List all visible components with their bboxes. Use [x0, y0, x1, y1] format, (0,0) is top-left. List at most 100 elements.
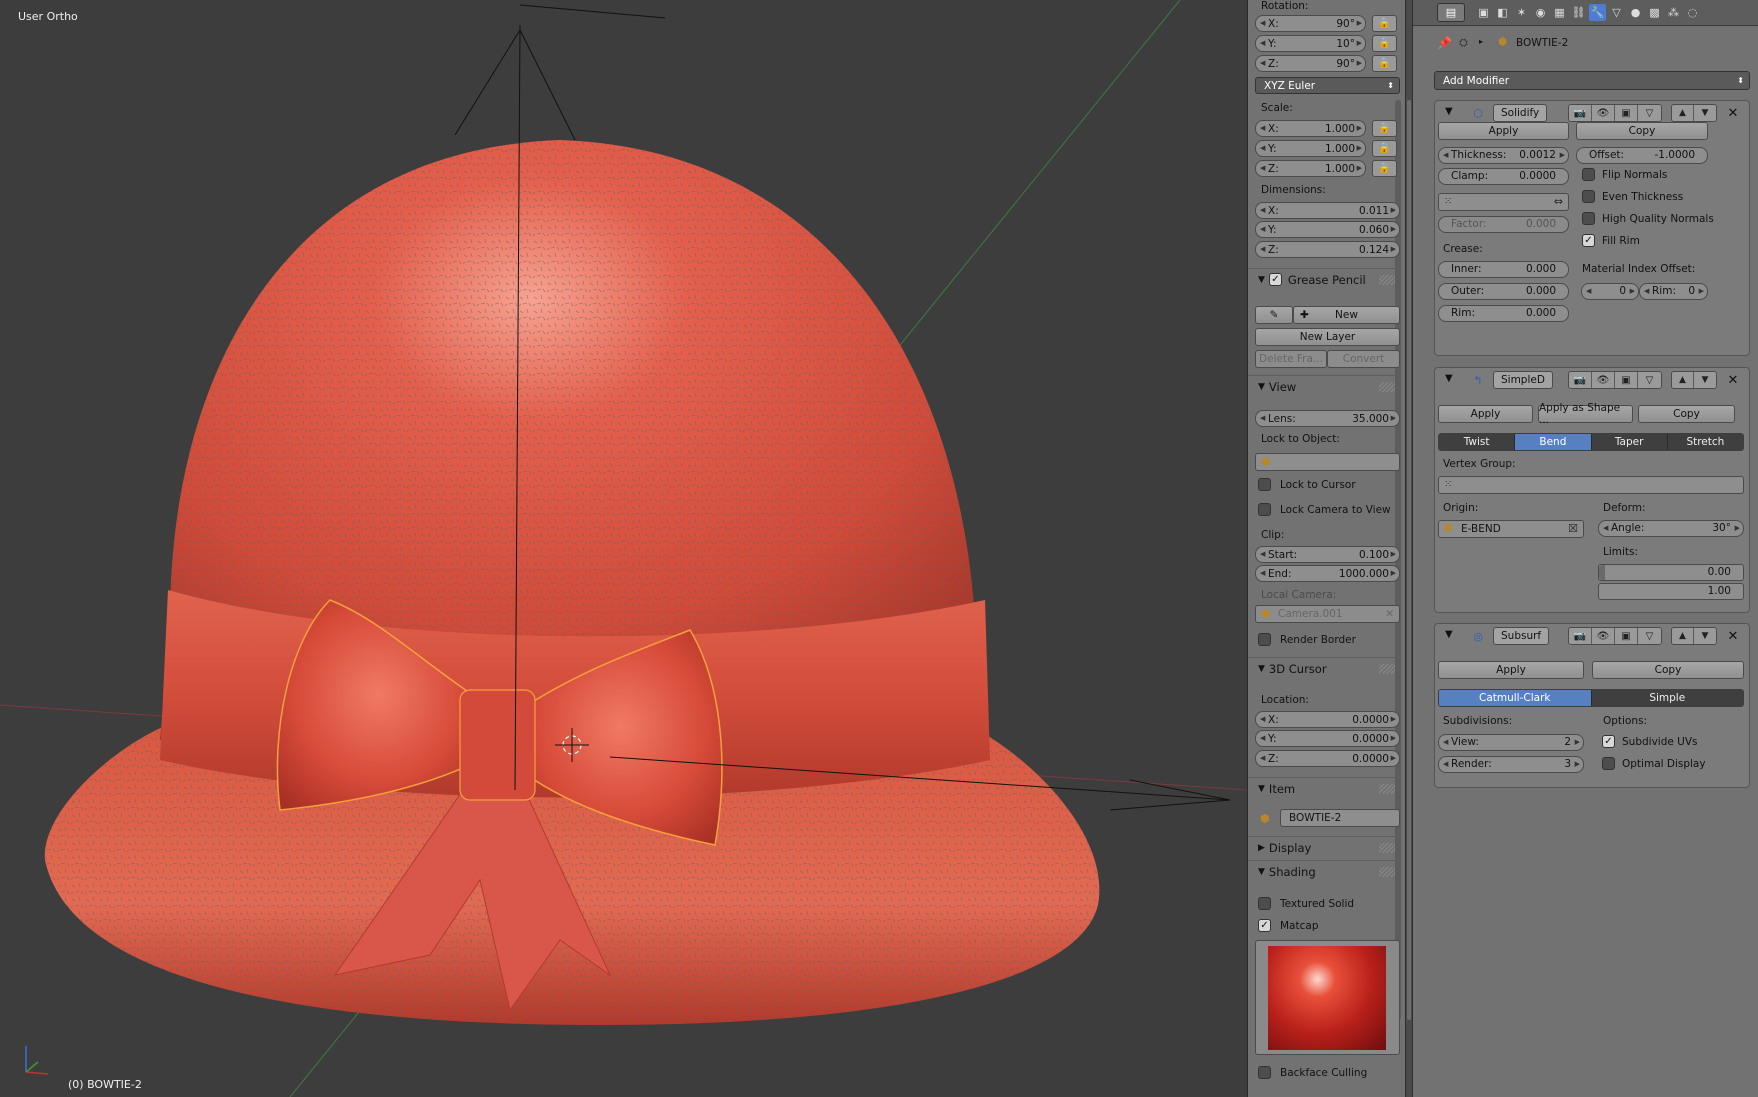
add-modifier-dropdown[interactable]: Add Modifier ⬍: [1434, 71, 1750, 90]
material-index-field[interactable]: ◀ 0 ▶: [1581, 283, 1639, 300]
even-thickness-checkbox[interactable]: [1582, 190, 1595, 203]
editmode-toggle-icon[interactable]: ▣: [1615, 105, 1638, 121]
fill-rim-checkbox[interactable]: ✓: [1582, 234, 1595, 247]
optimal-display-checkbox[interactable]: [1602, 757, 1615, 770]
area-separator[interactable]: [1405, 0, 1413, 1097]
vertex-group-field[interactable]: ⁙: [1438, 476, 1744, 494]
modifier-name-field[interactable]: Subsurf: [1493, 627, 1550, 645]
type-simple[interactable]: Simple: [1591, 690, 1743, 706]
scale-z-field[interactable]: ◀ Z: 1.000 ▶: [1255, 160, 1366, 177]
backface-culling-checkbox[interactable]: [1258, 1066, 1271, 1079]
dimensions-x-field[interactable]: ◀ X: 0.011 ▶: [1255, 202, 1400, 219]
panel-grip-icon[interactable]: [1379, 664, 1395, 674]
solidify-copy-button[interactable]: Copy: [1576, 122, 1708, 140]
matcap-checkbox[interactable]: ✓: [1258, 919, 1271, 932]
solidify-apply-button[interactable]: Apply: [1438, 122, 1569, 140]
world-tab-icon[interactable]: ◉: [1532, 4, 1549, 21]
new-layer-button[interactable]: New Layer: [1255, 328, 1400, 346]
render-toggle-icon[interactable]: 📷: [1569, 628, 1592, 644]
3d-viewport[interactable]: User Ortho (0) BOWTIE-2: [0, 0, 1247, 1097]
factor-field[interactable]: Factor: 0.000: [1438, 216, 1569, 233]
limit-min-slider[interactable]: 0.00: [1598, 564, 1744, 581]
view-panel-header[interactable]: ▼ View: [1248, 375, 1401, 397]
clear-icon[interactable]: ✕: [1385, 608, 1394, 620]
particles-tab-icon[interactable]: ⁂: [1665, 4, 1682, 21]
textured-solid-checkbox[interactable]: [1258, 897, 1271, 910]
panel-grip-icon[interactable]: [1379, 784, 1395, 794]
cage-toggle-icon[interactable]: ▽: [1638, 628, 1661, 644]
scene-tab-icon[interactable]: ✶: [1513, 4, 1530, 21]
viewport-toggle-icon[interactable]: 👁: [1592, 372, 1615, 388]
scale-y-field[interactable]: ◀ Y: 1.000 ▶: [1255, 140, 1366, 157]
lock-to-cursor-checkbox[interactable]: [1258, 478, 1271, 491]
render-layers-tab-icon[interactable]: ◧: [1494, 4, 1511, 21]
collapse-arrow-icon[interactable]: ▼: [1445, 373, 1453, 384]
mode-bend[interactable]: Bend: [1515, 434, 1592, 450]
close-icon[interactable]: ✕: [1725, 372, 1741, 388]
pencil-icon[interactable]: ✎: [1255, 306, 1293, 324]
flip-normals-checkbox[interactable]: [1582, 168, 1595, 181]
rotation-x-field[interactable]: ◀ X: 90° ▶: [1255, 15, 1366, 32]
lock-icon[interactable]: 🔒: [1372, 140, 1397, 157]
clamp-field[interactable]: Clamp: 0.0000: [1438, 168, 1569, 185]
dimensions-z-field[interactable]: ◀ Z: 0.124 ▶: [1255, 241, 1400, 258]
subsurf-copy-button[interactable]: Copy: [1592, 661, 1744, 679]
rotation-mode-dropdown[interactable]: XYZ Euler ⬍: [1255, 77, 1400, 94]
crease-outer-field[interactable]: Outer: 0.000: [1438, 283, 1569, 300]
material-rim-field[interactable]: ◀ Rim: 0 ▶: [1639, 283, 1708, 300]
subsurf-apply-button[interactable]: Apply: [1438, 661, 1584, 679]
vertex-group-field[interactable]: ⁙ ⇔: [1438, 193, 1569, 211]
render-toggle-icon[interactable]: 📷: [1569, 105, 1592, 121]
display-panel-header[interactable]: ▶ Display: [1248, 836, 1401, 858]
grease-pencil-checkbox[interactable]: ✓: [1268, 273, 1282, 286]
lock-icon[interactable]: 🔒: [1372, 55, 1397, 72]
physics-tab-icon[interactable]: ◌: [1684, 4, 1701, 21]
texture-tab-icon[interactable]: ▩: [1646, 4, 1663, 21]
grease-pencil-new-button[interactable]: ✚ New: [1293, 306, 1400, 324]
modifier-name-field[interactable]: SimpleD: [1493, 371, 1553, 389]
collapse-arrow-icon[interactable]: ▼: [1445, 106, 1453, 117]
angle-field[interactable]: ◀ Angle: 30° ▶: [1598, 520, 1744, 537]
lock-icon[interactable]: 🔒: [1372, 160, 1397, 177]
clear-icon[interactable]: ☒: [1568, 522, 1578, 535]
cursor-y-field[interactable]: ◀ Y: 0.0000 ▶: [1255, 730, 1400, 747]
shading-panel-header[interactable]: ▼ Shading: [1248, 860, 1401, 882]
simple-deform-apply-button[interactable]: Apply: [1438, 405, 1533, 423]
crease-inner-field[interactable]: Inner: 0.000: [1438, 261, 1569, 278]
object-tab-icon[interactable]: ▦: [1551, 4, 1568, 21]
lock-camera-checkbox[interactable]: [1258, 503, 1271, 516]
cursor-z-field[interactable]: ◀ Z: 0.0000 ▶: [1255, 750, 1400, 767]
subdivide-uvs-checkbox[interactable]: ✓: [1602, 735, 1615, 748]
move-up-icon[interactable]: ▲: [1672, 105, 1694, 121]
move-down-icon[interactable]: ▼: [1694, 105, 1716, 121]
material-tab-icon[interactable]: ●: [1627, 4, 1644, 21]
render-tab-icon[interactable]: ▣: [1475, 4, 1492, 21]
clip-end-field[interactable]: ◀ End: 1000.000 ▶: [1255, 565, 1400, 582]
viewport-toggle-icon[interactable]: 👁: [1592, 628, 1615, 644]
modifiers-tab-icon[interactable]: 🔧: [1589, 4, 1606, 21]
apply-as-shape-button[interactable]: Apply as Shape ...: [1538, 402, 1633, 426]
item-panel-header[interactable]: ▼ Item: [1248, 777, 1401, 799]
panel-grip-icon[interactable]: [1379, 275, 1395, 285]
panel-grip-icon[interactable]: [1379, 843, 1395, 853]
render-toggle-icon[interactable]: 📷: [1569, 372, 1592, 388]
offset-field[interactable]: Offset: -1.0000: [1576, 147, 1708, 164]
pin-icon[interactable]: 📌: [1437, 36, 1452, 50]
move-up-icon[interactable]: ▲: [1672, 628, 1694, 644]
mode-twist[interactable]: Twist: [1439, 434, 1516, 450]
subsurf-render-field[interactable]: ◀ Render: 3 ▶: [1438, 756, 1584, 773]
constraints-tab-icon[interactable]: ⛓: [1570, 4, 1587, 21]
cage-toggle-icon[interactable]: ▽: [1638, 372, 1661, 388]
lock-to-object-field[interactable]: ⬢: [1255, 453, 1400, 471]
high-quality-normals-checkbox[interactable]: [1582, 212, 1595, 225]
move-down-icon[interactable]: ▼: [1694, 372, 1716, 388]
modifier-name-field[interactable]: Solidify: [1493, 104, 1548, 122]
delete-frame-button[interactable]: Delete Fra...: [1255, 350, 1327, 368]
editmode-toggle-icon[interactable]: ▣: [1615, 372, 1638, 388]
cursor-x-field[interactable]: ◀ X: 0.0000 ▶: [1255, 711, 1400, 728]
grease-pencil-header[interactable]: ▼ ✓ Grease Pencil: [1248, 268, 1401, 290]
editmode-toggle-icon[interactable]: ▣: [1615, 628, 1638, 644]
origin-field[interactable]: ⬢ E-BEND ☒: [1438, 520, 1584, 538]
editor-type-icon[interactable]: ▤: [1437, 3, 1465, 22]
move-down-icon[interactable]: ▼: [1694, 628, 1716, 644]
